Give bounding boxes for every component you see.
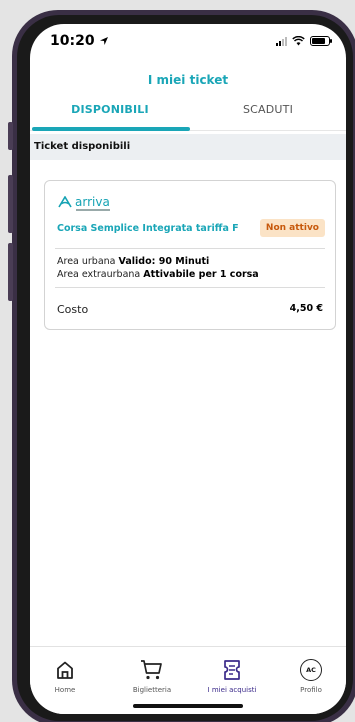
ticket-name: Corsa Semplice Integrata tariffa F bbox=[57, 223, 239, 234]
status-time-text: 10:20 bbox=[50, 33, 95, 49]
app-screen: 10:20 I miei ticket DISPONIBILI SCADUTI … bbox=[30, 24, 346, 714]
nav-profilo-label: Profilo bbox=[300, 686, 322, 694]
home-indicator[interactable] bbox=[133, 704, 243, 708]
logo-subline bbox=[76, 209, 110, 211]
status-time: 10:20 bbox=[50, 33, 109, 49]
extraurban-area-info: Area extraurbana Attivabile per 1 corsa bbox=[57, 269, 259, 280]
cart-icon bbox=[141, 660, 162, 680]
location-arrow-icon bbox=[99, 37, 108, 45]
card-divider bbox=[55, 248, 325, 249]
status-bar: 10:20 bbox=[30, 24, 346, 64]
urban-area-value: Valido: 90 Minuti bbox=[118, 256, 210, 267]
section-header: Ticket disponibili bbox=[30, 134, 346, 160]
urban-area-info: Area urbana Valido: 90 Minuti bbox=[57, 256, 209, 267]
nav-home[interactable]: Home bbox=[30, 657, 100, 694]
wifi-icon bbox=[292, 36, 305, 46]
page-title: I miei ticket bbox=[147, 73, 229, 87]
nav-miei-acquisti-label: I miei acquisti bbox=[207, 686, 257, 694]
arriva-logo-icon bbox=[58, 196, 72, 208]
card-divider bbox=[55, 287, 325, 288]
operator-logo: arriva bbox=[58, 195, 110, 209]
side-button-volume-down bbox=[8, 243, 13, 301]
nav-biglietteria[interactable]: Biglietteria bbox=[117, 657, 187, 694]
avatar: AC bbox=[300, 659, 322, 681]
operator-logo-text: arriva bbox=[75, 195, 110, 209]
nav-home-label: Home bbox=[54, 686, 76, 694]
nav-miei-acquisti[interactable]: I miei acquisti bbox=[197, 657, 267, 694]
signal-icon bbox=[276, 36, 287, 46]
status-badge: Non attivo bbox=[259, 219, 325, 237]
ticket-tabs: DISPONIBILI SCADUTI bbox=[30, 100, 346, 134]
side-button-volume-up bbox=[8, 175, 13, 233]
bottom-nav: Home Biglietteria I miei acquisti AC Pro… bbox=[30, 646, 346, 714]
cost-value: 4,50 € bbox=[289, 303, 323, 314]
side-button-mute bbox=[8, 122, 13, 150]
battery-icon bbox=[310, 36, 332, 46]
extraurban-area-label: Area extraurbana bbox=[57, 269, 141, 280]
home-icon bbox=[57, 661, 73, 679]
tab-scaduti[interactable]: SCADUTI bbox=[190, 100, 346, 132]
status-icons bbox=[276, 36, 332, 46]
active-tab-indicator bbox=[32, 127, 190, 131]
nav-biglietteria-label: Biglietteria bbox=[132, 686, 172, 694]
cost-label: Costo bbox=[57, 303, 89, 316]
ticket-card[interactable]: arriva Corsa Semplice Integrata tariffa … bbox=[44, 180, 336, 330]
urban-area-label: Area urbana bbox=[57, 256, 116, 267]
tickets-icon bbox=[224, 660, 240, 680]
nav-profilo[interactable]: AC Profilo bbox=[276, 657, 346, 694]
extraurban-area-value: Attivabile per 1 corsa bbox=[143, 269, 259, 280]
